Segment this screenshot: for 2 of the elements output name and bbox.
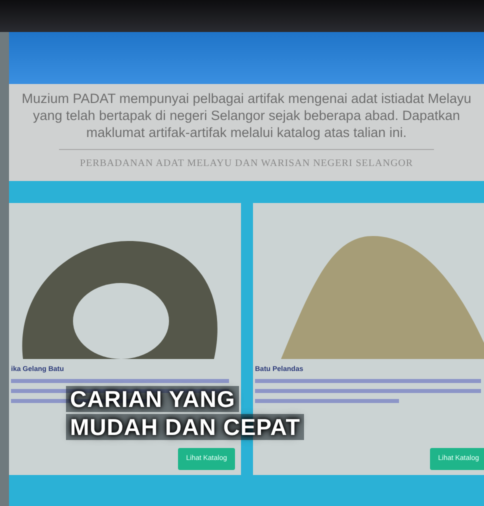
intro-paragraph: Muzium PADAT mempunyai pelbagai artifak mengenai adat istiadat Melayu yang telah bertapak di negeri Selangor sejak beberapa abad. Dapatkan maklumat artifak-artifak melalui katalog atas talian ini. <box>20 90 472 141</box>
organisation-title: PERBADANAN ADAT MELAYU DAN WARISAN NEGERI SELANGOR <box>78 157 414 171</box>
